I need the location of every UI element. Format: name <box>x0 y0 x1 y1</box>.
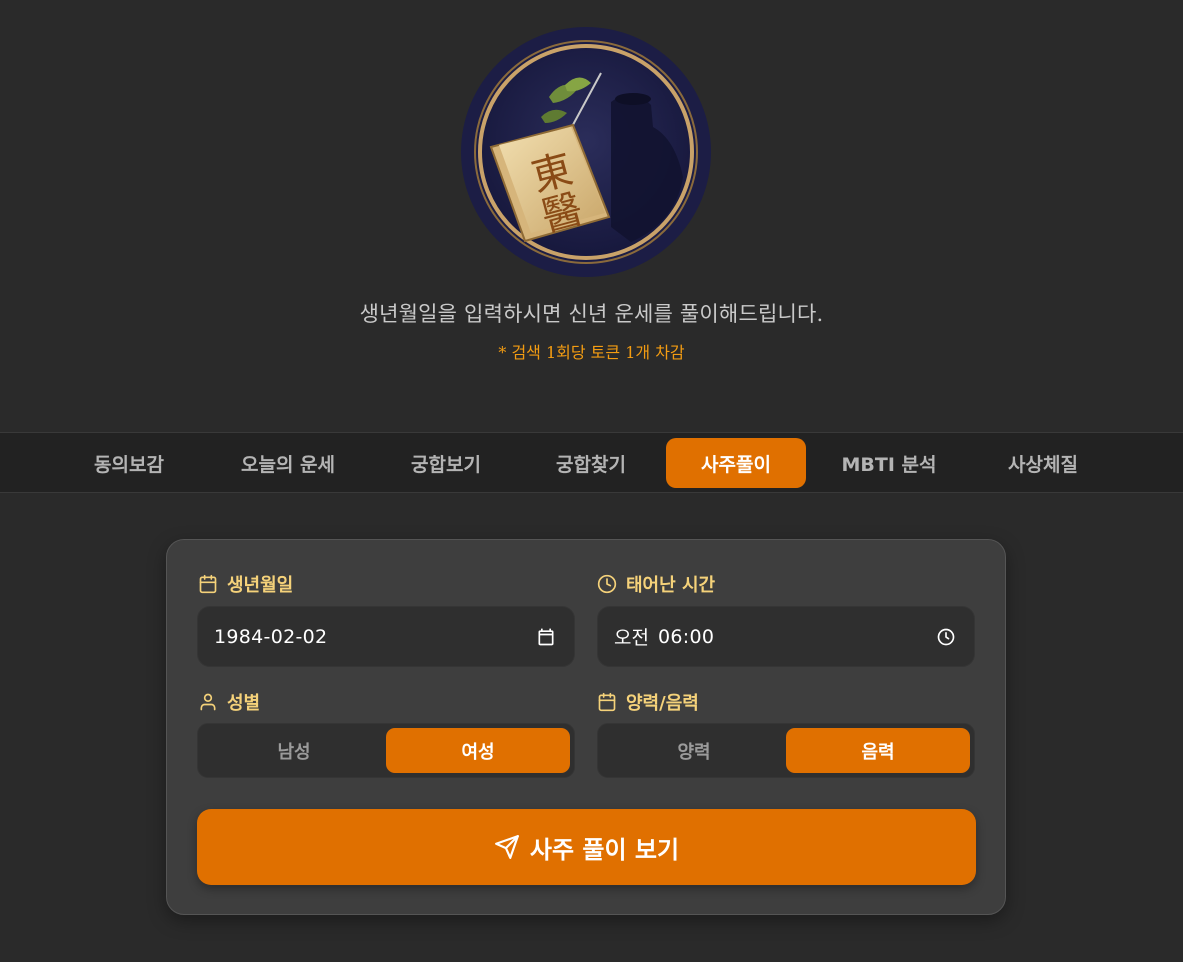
send-icon <box>494 835 519 859</box>
calendar-option-lunar[interactable]: 음력 <box>786 728 970 773</box>
page: 東 醫 생년월일을 입력하시면 신년 운세를 풀이해드립니다. * 검색 1회당… <box>0 0 1183 962</box>
submit-label: 사주 풀이 보기 <box>529 835 680 864</box>
submit-saju-button[interactable]: 사주 풀이 보기 <box>197 809 976 885</box>
birthtime-ampm: 오전 <box>614 627 649 649</box>
gender-label-text: 성별 <box>227 693 261 714</box>
tab-compatibility[interactable]: 궁합보기 <box>387 438 505 488</box>
tab-saju[interactable]: 사주풀이 <box>666 438 806 488</box>
calendar-type-label: 양력/음력 <box>597 689 699 715</box>
birthdate-label-text: 생년월일 <box>227 575 294 596</box>
birthdate-value: 1984-02-02 <box>214 625 328 648</box>
date-picker-icon[interactable] <box>536 627 556 647</box>
calendar-type-label-text: 양력/음력 <box>626 693 699 714</box>
tab-sasang[interactable]: 사상체질 <box>984 438 1102 488</box>
gender-option-male[interactable]: 남성 <box>202 728 386 773</box>
gender-option-female[interactable]: 여성 <box>386 728 570 773</box>
time-picker-icon[interactable] <box>936 627 956 647</box>
calendar-icon <box>199 574 217 594</box>
birthtime-label: 태어난 시간 <box>597 571 715 597</box>
main-nav: 동의보감 오늘의 운세 궁합보기 궁합찾기 사주풀이 MBTI 분석 사상체질 <box>0 432 1183 493</box>
user-icon <box>200 693 216 711</box>
saju-form-card: 생년월일 1984-02-02 태어난 시간 오전 06:00 성별 남성 여성… <box>166 539 1006 915</box>
calendar-option-solar[interactable]: 양력 <box>602 728 786 773</box>
calendar-icon <box>598 692 616 712</box>
gender-label: 성별 <box>198 689 260 715</box>
birthdate-label: 생년월일 <box>198 571 293 597</box>
logo-emblem-icon: 東 醫 <box>461 27 711 277</box>
tab-donguibogam[interactable]: 동의보감 <box>70 438 188 488</box>
birthtime-label-text: 태어난 시간 <box>626 575 716 596</box>
tab-mbti[interactable]: MBTI 분석 <box>822 438 956 488</box>
birthtime-input[interactable]: 오전 06:00 <box>597 606 975 667</box>
gender-toggle: 남성 여성 <box>197 723 575 778</box>
clock-icon <box>597 574 617 594</box>
app-logo: 東 醫 <box>461 27 711 277</box>
calendar-type-toggle: 양력 음력 <box>597 723 975 778</box>
tab-daily-fortune[interactable]: 오늘의 운세 <box>216 438 360 488</box>
birthtime-value: 06:00 <box>657 625 715 648</box>
token-cost-note: * 검색 1회당 토큰 1개 차감 <box>498 343 685 362</box>
page-subtitle: 생년월일을 입력하시면 신년 운세를 풀이해드립니다. <box>359 302 824 326</box>
tab-find-match[interactable]: 궁합찾기 <box>532 438 650 488</box>
birthdate-input[interactable]: 1984-02-02 <box>197 606 575 667</box>
